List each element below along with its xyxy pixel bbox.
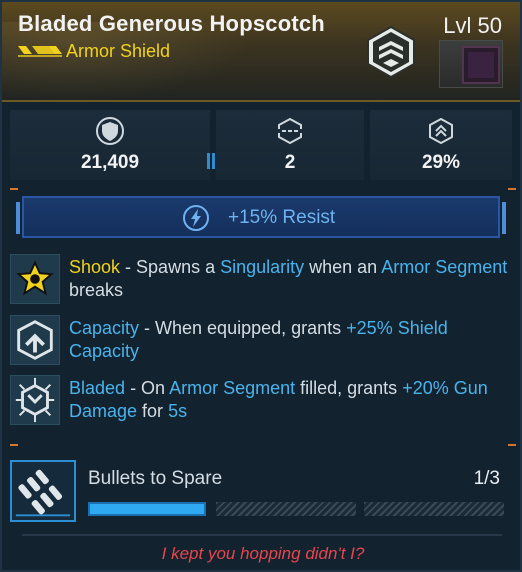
stat-value: 21,409 [80, 152, 140, 173]
lightning-resist-icon [183, 205, 209, 231]
shook-perk-icon [10, 254, 60, 304]
rarity-chevrons-icon [18, 46, 62, 57]
item-header: Bladed Generous Hopscotch Armor Shield L… [2, 2, 520, 102]
challenge-progress-empty [216, 502, 356, 516]
stat-shield-capacity: 21,409 [10, 110, 210, 180]
bladed-perk-icon [10, 375, 60, 425]
flavor-text: I kept you hopping didn't I? [161, 544, 365, 563]
divider [22, 534, 502, 536]
divider [10, 444, 516, 446]
armor-segments-icon [277, 117, 303, 145]
challenge-progress-empty [364, 502, 504, 516]
perk-name: Capacity [69, 318, 140, 338]
challenge-title: Bullets to Spare [88, 468, 223, 489]
stats-row: 21,409 2 29% [10, 110, 512, 180]
armor-shield-icon [367, 25, 415, 79]
stat-value: 29% [421, 152, 461, 173]
stat-recharge-rate: 29% [370, 110, 512, 180]
bullets-icon [10, 460, 76, 522]
item-name: Bladed Generous Hopscotch [18, 11, 325, 36]
item-thumbnail [439, 40, 503, 88]
perk-name: Bladed [69, 378, 126, 398]
recharge-rate-icon [429, 117, 453, 145]
item-level: Lvl 50 [443, 13, 502, 38]
perk-capacity: Capacity - When equipped, grants +25% Sh… [10, 315, 516, 367]
resist-text: +15% Resist [228, 207, 336, 228]
perk-name: Shook [69, 257, 121, 277]
capacity-perk-icon [10, 315, 60, 365]
shield-capacity-icon [96, 117, 124, 145]
divider [10, 188, 516, 190]
stat-value: 2 [284, 152, 296, 173]
stat-armor-segments: 2 [212, 110, 364, 180]
challenge-progress-fill [88, 502, 206, 516]
resist-bar: +15% Resist [16, 196, 506, 238]
challenge-count: 1/3 [473, 468, 500, 489]
perk-shook: Shook - Spawns a Singularity when an Arm… [10, 254, 516, 306]
item-type: Armor Shield [66, 41, 171, 61]
perk-bladed: Bladed - On Armor Segment filled, grants… [10, 375, 516, 427]
item-card: Bladed Generous Hopscotch Armor Shield L… [0, 0, 522, 572]
